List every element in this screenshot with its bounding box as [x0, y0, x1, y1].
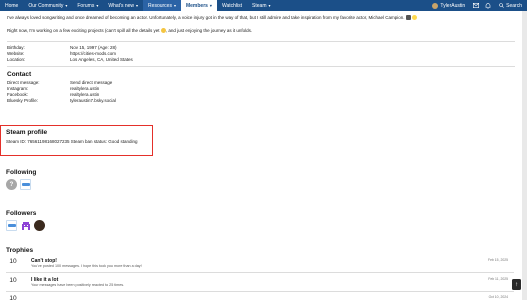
bio-line-2a: Right now, I'm working on a few exciting…	[7, 28, 160, 33]
nav-item-resources[interactable]: Resources ▾	[143, 0, 181, 11]
chevron-down-icon: ▾	[209, 3, 212, 8]
followers-list	[6, 220, 206, 231]
nav-label: Watchlist	[221, 2, 243, 9]
trophy-row: 10 Oct 10, 2024	[6, 295, 514, 300]
chevron-down-icon: ▾	[96, 3, 99, 8]
scroll-to-top-button[interactable]: ↑	[512, 279, 521, 290]
following-heading: Following	[6, 169, 37, 176]
birthday-value: Nov 15, 1997 (Age: 28)	[70, 45, 117, 50]
following-section: Following ?	[6, 165, 206, 190]
steam-profile-box: Steam profile Steam ID: 7656119816802723…	[0, 125, 153, 156]
top-nav-bar: Home Our Community ▾ Forums ▾ What's new ▾ …	[0, 0, 527, 11]
envelope-icon[interactable]	[470, 0, 482, 11]
chevron-down-icon: ▾	[268, 3, 271, 8]
divider	[6, 291, 514, 292]
trophy-points: 10	[9, 295, 17, 300]
contact-heading: Contact	[7, 70, 32, 78]
trophy-points: 10	[9, 277, 17, 284]
divider	[7, 65, 515, 67]
avatar[interactable]	[6, 220, 17, 231]
trophy-description: You've posted 100 messages. I hope this …	[31, 264, 142, 268]
website-link[interactable]: https://cities-mods.com	[70, 51, 515, 57]
bio-line-2b: , and just enjoying the journey as it un…	[165, 28, 253, 33]
location-link[interactable]: Los Angeles, CA, United States	[70, 57, 515, 63]
birthday-label: Birthday:	[7, 45, 25, 50]
nav-label: Steam	[252, 2, 267, 9]
bluesky-label: Bluesky Profile:	[7, 97, 39, 103]
trophy-row: 10 I like it a lot Your messages have be…	[6, 277, 514, 289]
user-menu[interactable]: TylerAustin	[427, 0, 470, 11]
trophy-date: Feb 15, 2025	[488, 258, 508, 262]
about-info: Birthday: Nov 15, 1997 (Age: 28) Website…	[7, 45, 515, 63]
sparkles-icon	[412, 15, 418, 21]
nav-label: Resources	[148, 2, 172, 9]
bio-line-1: I've always loved songwriting and once d…	[7, 15, 405, 20]
chevron-down-icon: ▾	[65, 3, 68, 8]
avatar[interactable]	[20, 179, 31, 190]
trophy-date: Feb 11, 2025	[488, 277, 508, 281]
nav-label: What's new	[108, 2, 135, 9]
trophy-description: Your messages have been positively react…	[31, 283, 125, 287]
followers-heading: Followers	[6, 210, 37, 217]
facebook-link[interactable]: realtylera.ustin	[70, 92, 515, 98]
trophies-heading: Trophies	[6, 247, 34, 254]
avatar	[432, 2, 439, 9]
nav-label: Forums	[77, 2, 95, 9]
nav-item-our-community[interactable]: Our Community ▾	[23, 0, 72, 11]
nav-item-members[interactable]: Members ▾	[180, 0, 217, 11]
nav-right-group: TylerAustin Search	[427, 0, 527, 11]
contact-info: Direct message: Send direct message Inst…	[7, 80, 515, 104]
search-label: Search	[506, 2, 522, 9]
nav-label: Members	[185, 2, 208, 9]
chevron-down-icon: ▾	[136, 3, 139, 8]
bell-icon[interactable]	[482, 0, 494, 11]
instagram-label: Instagram:	[7, 85, 29, 91]
send-direct-message-link[interactable]: Send direct message	[70, 80, 515, 86]
steam-id-line: Steam ID: 76561198168027235 Steam ban st…	[6, 139, 138, 144]
steam-profile-heading: Steam profile	[6, 129, 48, 136]
trophy-row: 10 Can't stop! You've posted 100 message…	[6, 258, 514, 270]
facebook-label: Facebook:	[7, 91, 29, 97]
avatar-initial: ?	[9, 181, 14, 188]
arrow-up-icon: ↑	[515, 281, 518, 288]
divider	[7, 41, 515, 42]
location-label: Location:	[7, 57, 26, 62]
nav-item-whats-new[interactable]: What's new ▾	[103, 0, 143, 11]
bluesky-link[interactable]: tyleraustin7.bsky.social	[70, 98, 515, 104]
trophy-points: 10	[9, 258, 17, 265]
instagram-link[interactable]: realtylera.ustin	[70, 86, 515, 92]
pixel-art-icon	[21, 221, 30, 230]
avatar[interactable]	[20, 220, 31, 231]
website-label: Website:	[7, 51, 25, 56]
avatar[interactable]	[34, 220, 45, 231]
page-scrollbar[interactable]	[522, 11, 527, 300]
followers-section: Followers	[6, 206, 206, 231]
trophy-date: Oct 10, 2024	[488, 295, 508, 299]
following-list: ?	[6, 179, 206, 190]
nav-item-watchlist[interactable]: Watchlist	[217, 0, 247, 11]
divider	[6, 272, 514, 273]
search-button[interactable]: Search	[494, 0, 527, 11]
bio-text: I've always loved songwriting and once d…	[7, 15, 515, 34]
nav-item-forums[interactable]: Forums ▾	[72, 0, 103, 11]
nav-item-home[interactable]: Home	[0, 0, 23, 11]
search-icon	[499, 3, 504, 8]
nav-label: Our Community	[28, 2, 64, 9]
user-name: TylerAustin	[440, 2, 466, 9]
nav-label: Home	[5, 2, 19, 9]
direct-message-label: Direct message:	[7, 79, 40, 85]
avatar[interactable]: ?	[6, 179, 17, 190]
clapperboard-icon	[405, 15, 411, 21]
chevron-down-icon: ▾	[173, 3, 176, 8]
nav-item-steam[interactable]: Steam ▾	[247, 0, 275, 11]
